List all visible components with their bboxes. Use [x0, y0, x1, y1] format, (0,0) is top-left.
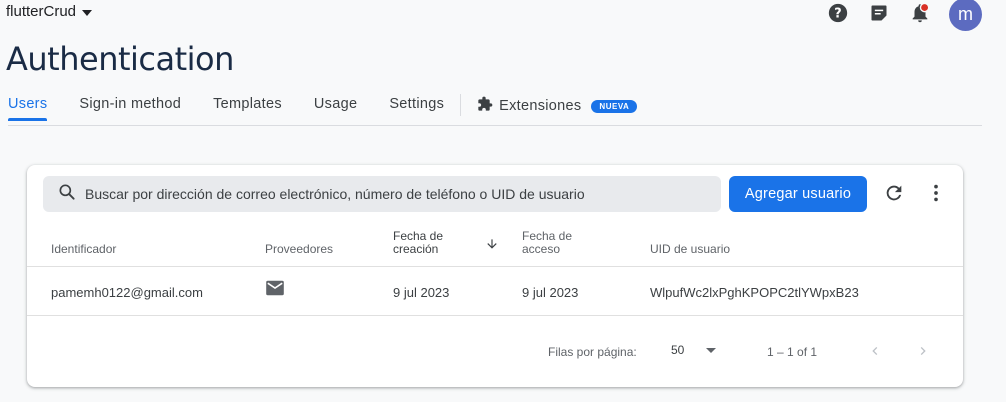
column-created-line2: creación	[393, 242, 439, 256]
puzzle-icon	[477, 96, 493, 116]
tab-extensions-label: Extensiones	[499, 98, 582, 114]
table-row[interactable]: pamemh0122@gmail.com 9 jul 2023 9 jul 20…	[27, 268, 963, 316]
avatar[interactable]: m	[949, 0, 982, 31]
column-signed-in[interactable]: Fecha de acceso	[522, 230, 572, 256]
column-created[interactable]: Fecha de creación	[393, 230, 443, 256]
caret-down-icon	[706, 347, 717, 353]
column-identifier[interactable]: Identificador	[51, 242, 116, 256]
project-selector[interactable]: flutterCrud	[6, 3, 93, 20]
help-icon[interactable]: ?	[826, 1, 850, 25]
table-header: Identificador Proveedores Fecha de creac…	[27, 229, 963, 267]
svg-text:?: ?	[834, 7, 841, 22]
tab-settings[interactable]: Settings	[389, 96, 444, 120]
project-name: flutterCrud	[6, 3, 77, 20]
tab-bar: Users Sign-in method Templates Usage Set…	[8, 94, 982, 126]
pagination: Filas por página: 50 1 – 1 of 1	[27, 317, 963, 387]
tab-divider	[460, 94, 462, 116]
notifications-icon[interactable]	[908, 1, 932, 25]
add-user-button[interactable]: Agregar usuario	[729, 176, 867, 212]
caret-down-icon	[82, 9, 93, 16]
feedback-icon[interactable]	[867, 1, 891, 25]
tab-extensions[interactable]: Extensiones NUEVA	[477, 96, 638, 124]
tab-usage[interactable]: Usage	[314, 96, 357, 120]
row-uid: WlpufWc2lxPghKPOPC2tlYWpxB23	[650, 285, 859, 300]
column-uid[interactable]: UID de usuario	[650, 242, 730, 256]
rows-per-page-label: Filas por página:	[548, 345, 637, 359]
refresh-icon[interactable]	[883, 182, 907, 206]
search-icon	[57, 182, 77, 207]
column-signed-in-line1: Fecha de	[522, 229, 573, 243]
arrow-down-icon[interactable]	[485, 237, 499, 251]
search-input[interactable]	[85, 186, 685, 202]
chevron-right-icon[interactable]	[915, 343, 931, 359]
chevron-left-icon[interactable]	[867, 343, 883, 359]
tab-users[interactable]: Users	[8, 96, 48, 121]
top-toolbar: ? m	[826, 0, 982, 31]
column-created-line1: Fecha de	[393, 229, 444, 243]
tab-templates[interactable]: Templates	[213, 96, 282, 120]
column-signed-in-line2: acceso	[522, 242, 561, 256]
row-identifier: pamemh0122@gmail.com	[51, 285, 203, 300]
new-badge: NUEVA	[591, 99, 638, 113]
row-created: 9 jul 2023	[393, 285, 450, 300]
email-icon	[265, 280, 285, 299]
row-signed-in: 9 jul 2023	[522, 285, 579, 300]
page-title: Authentication	[6, 40, 234, 78]
rows-per-page-value: 50	[671, 343, 685, 357]
users-card: Agregar usuario Identificador Proveedore…	[27, 165, 963, 387]
tab-sign-in-method[interactable]: Sign-in method	[79, 96, 181, 120]
more-vert-icon[interactable]	[925, 182, 949, 206]
rows-per-page-select[interactable]: 50	[671, 343, 717, 357]
search-bar[interactable]	[43, 176, 721, 212]
page-range: 1 – 1 of 1	[767, 345, 818, 359]
column-providers[interactable]: Proveedores	[265, 242, 333, 256]
